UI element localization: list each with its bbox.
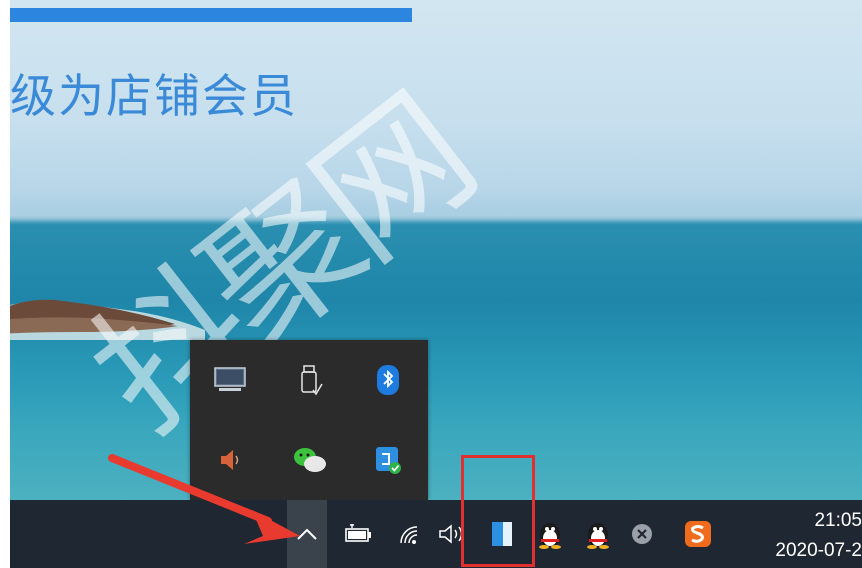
bluetooth-icon[interactable]	[368, 360, 408, 400]
clock-time: 21:05	[814, 510, 862, 531]
usb-drive-icon[interactable]	[290, 360, 330, 400]
phone-manager-icon[interactable]	[368, 440, 408, 480]
island-image	[0, 299, 205, 340]
top-accent-bar	[10, 8, 412, 22]
battery-icon[interactable]	[340, 500, 376, 568]
show-hidden-icons-button[interactable]	[287, 500, 327, 568]
wifi-icon[interactable]	[392, 500, 428, 568]
page-headline: 级为店铺会员	[10, 69, 298, 123]
wechat-icon[interactable]	[290, 440, 330, 480]
left-margin	[0, 0, 10, 568]
sogou-icon[interactable]	[680, 500, 716, 568]
speaker-icon[interactable]	[210, 440, 250, 480]
chevron-up-icon	[297, 528, 317, 540]
qq-icon[interactable]	[532, 500, 568, 568]
display-icon[interactable]	[210, 360, 250, 400]
clock-date: 2020-07-2	[775, 540, 862, 561]
horizon-haze	[0, 205, 862, 225]
qq-icon-2[interactable]	[580, 500, 616, 568]
highlight-box	[461, 455, 535, 567]
system-clock[interactable]: 21:05 2020-07-2	[750, 508, 862, 564]
tray-overflow-popup	[190, 340, 428, 500]
close-circle-icon[interactable]	[624, 500, 660, 568]
taskbar: 21:05 2020-07-2	[10, 500, 862, 568]
